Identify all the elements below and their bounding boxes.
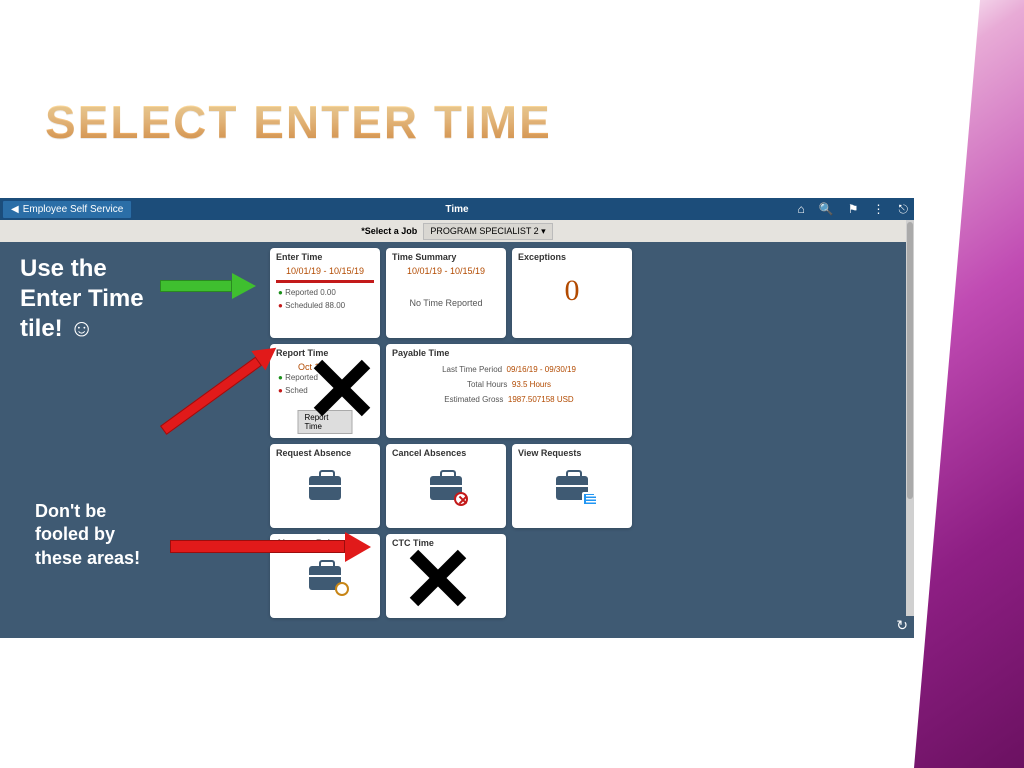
briefcase-icon xyxy=(309,476,341,500)
tile-title: Payable Time xyxy=(386,344,632,362)
tile-time-summary[interactable]: Time Summary 10/01/19 - 10/15/19 No Time… xyxy=(386,248,506,338)
job-label: *Select a Job xyxy=(361,226,417,236)
flag-icon[interactable]: ⚑ xyxy=(848,202,859,216)
exceptions-count: 0 xyxy=(512,266,632,308)
clock-badge-icon xyxy=(335,582,349,596)
tile-title: View Requests xyxy=(512,444,632,462)
scrollbar-thumb[interactable] xyxy=(907,222,913,499)
x-badge-icon xyxy=(454,492,468,506)
signout-icon[interactable]: ⎋ xyxy=(899,202,909,217)
tile-view-requests[interactable]: View Requests xyxy=(512,444,632,528)
total-hours: Total Hours 93.5 Hours xyxy=(386,377,632,392)
tile-date: 10/01/19 - 10/15/19 xyxy=(270,266,380,276)
list-badge-icon xyxy=(582,492,596,506)
tile-enter-time[interactable]: Enter Time 10/01/19 - 10/15/19 Reported … xyxy=(270,248,380,338)
app-screenshot: ◀ Employee Self Service Time ⌂ 🔍 ⚑ ⋮ ⎋ *… xyxy=(0,198,914,638)
search-icon[interactable]: 🔍 xyxy=(819,202,834,216)
slide-title: SELECT ENTER TIME xyxy=(45,95,552,149)
annotation-enter-time: Use the Enter Time tile! ☺ xyxy=(20,254,160,344)
tile-date: 10/01/19 - 10/15/19 xyxy=(386,266,506,276)
tile-title: Time Summary xyxy=(386,248,506,266)
back-label: Employee Self Service xyxy=(23,204,124,215)
scrollbar[interactable] xyxy=(906,220,914,616)
page-title: Time xyxy=(445,204,468,215)
slide-decoration xyxy=(914,0,1024,768)
tile-request-absence[interactable]: Request Absence xyxy=(270,444,380,528)
job-select[interactable]: PROGRAM SPECIALIST 2 ▾ xyxy=(423,223,552,240)
refresh-icon[interactable]: ↻ xyxy=(896,617,908,634)
menu-icon[interactable]: ⋮ xyxy=(873,202,885,216)
job-selector-row: *Select a Job PROGRAM SPECIALIST 2 ▾ xyxy=(0,220,914,242)
annotation-dont-be-fooled: Don't be fooled by these areas! xyxy=(35,500,165,570)
scheduled-value: Scheduled 88.00 xyxy=(270,300,380,313)
progress-bar xyxy=(276,280,374,283)
topbar-actions: ⌂ 🔍 ⚑ ⋮ ⎋ xyxy=(798,202,908,217)
tile-payable-time[interactable]: Payable Time Last Time Period 09/16/19 -… xyxy=(386,344,632,438)
briefcase-clock-icon xyxy=(309,566,341,590)
x-overlay-icon xyxy=(406,548,466,608)
reported-value: Reported 0.00 xyxy=(270,287,380,300)
app-topbar: ◀ Employee Self Service Time ⌂ 🔍 ⚑ ⋮ ⎋ xyxy=(0,198,914,220)
last-period: Last Time Period 09/16/19 - 09/30/19 xyxy=(386,362,632,377)
tile-exceptions[interactable]: Exceptions 0 xyxy=(512,248,632,338)
briefcase-cancel-icon xyxy=(430,476,462,500)
tile-title: Request Absence xyxy=(270,444,380,462)
no-time-msg: No Time Reported xyxy=(386,298,506,308)
back-button[interactable]: ◀ Employee Self Service xyxy=(2,200,132,219)
chevron-left-icon: ◀ xyxy=(11,204,19,215)
briefcase-list-icon xyxy=(556,476,588,500)
tile-title: Cancel Absences xyxy=(386,444,506,462)
est-gross: Estimated Gross 1987.507158 USD xyxy=(386,392,632,407)
tile-cancel-absences[interactable]: Cancel Absences xyxy=(386,444,506,528)
tile-title: Enter Time xyxy=(270,248,380,266)
x-overlay-icon xyxy=(310,358,370,418)
tile-title: Exceptions xyxy=(512,248,632,266)
home-icon[interactable]: ⌂ xyxy=(798,202,805,216)
